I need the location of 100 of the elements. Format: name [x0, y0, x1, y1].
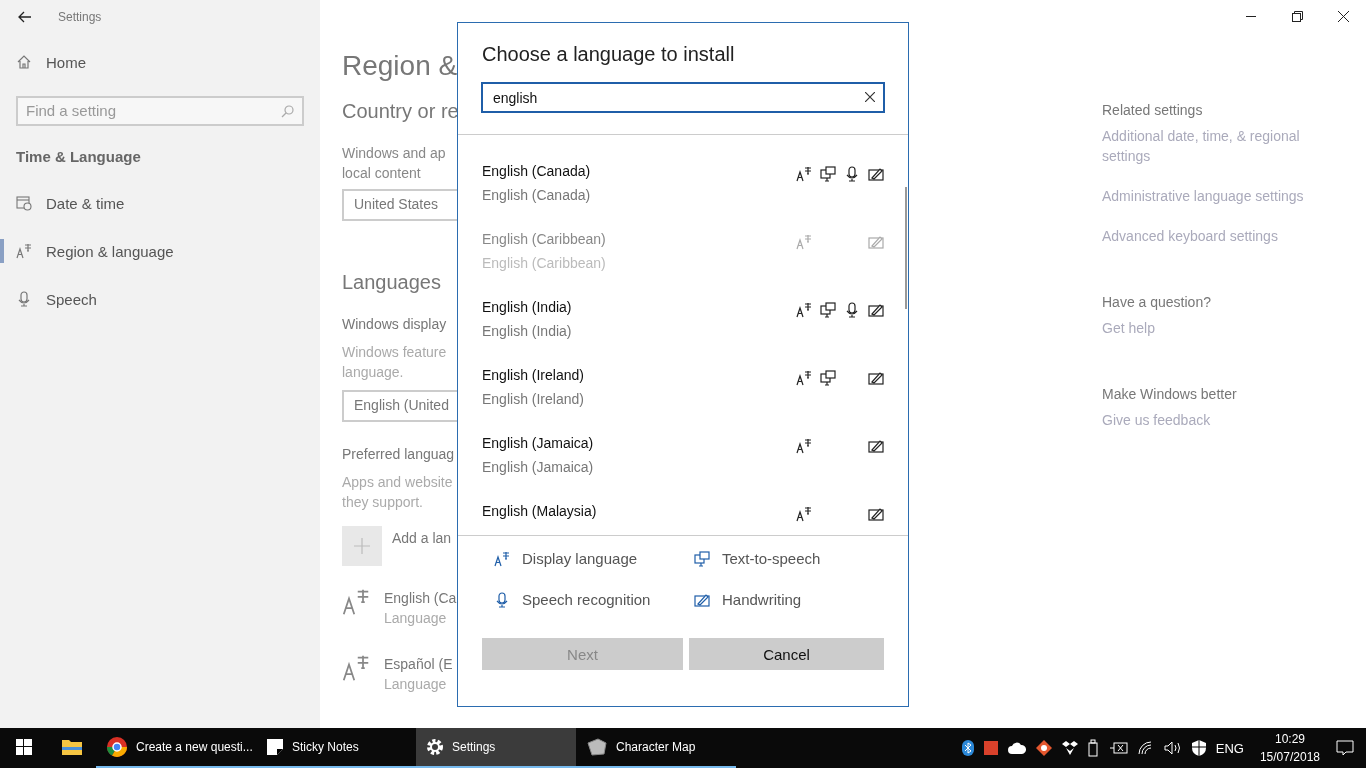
- description-text: Windows and ap: [342, 144, 446, 163]
- scrollbar[interactable]: [905, 187, 907, 309]
- microphone-icon: [844, 302, 860, 318]
- nav-item[interactable]: Region & language: [46, 242, 174, 260]
- windows-logo-icon: [16, 739, 32, 755]
- pen-icon: [868, 438, 884, 454]
- language-row[interactable]: English (Jamaica) English (Jamaica): [458, 435, 908, 503]
- volume-icon[interactable]: [1163, 741, 1182, 755]
- clear-icon[interactable]: [865, 92, 875, 102]
- nav-item[interactable]: Date & time: [46, 194, 125, 212]
- wifi-icon[interactable]: [1137, 741, 1154, 755]
- language-row[interactable]: English (Ireland) English (Ireland): [458, 367, 908, 435]
- language-icon: [796, 506, 812, 522]
- monitor-icon: [820, 166, 836, 182]
- language-name: English (Canada): [482, 163, 591, 179]
- monitor-icon: [820, 302, 836, 318]
- description-text: Windows feature: [342, 343, 447, 362]
- legend-label: Speech recognition: [522, 591, 651, 608]
- folder-icon: [61, 738, 83, 756]
- language-name: English (Ca: [384, 589, 457, 608]
- cube-icon: [586, 738, 608, 756]
- language-icon: [796, 166, 812, 182]
- description-text: local content: [342, 164, 421, 183]
- feedback-heading: Make Windows better: [1102, 386, 1238, 402]
- nav-item[interactable]: Speech: [46, 290, 97, 308]
- language-row[interactable]: English (Malaysia): [458, 503, 908, 535]
- language-name: English (Malaysia): [482, 503, 597, 519]
- description-text: they support.: [342, 493, 423, 512]
- bluetooth-icon[interactable]: [961, 740, 974, 756]
- setting-label: Windows display: [342, 315, 447, 334]
- native-name: English (Ireland): [482, 391, 584, 407]
- taskbar-app[interactable]: Settings: [416, 728, 576, 768]
- legend-label: Text-to-speech: [722, 550, 821, 567]
- minimize-icon: [1246, 15, 1256, 17]
- native-name: English (India): [482, 323, 572, 339]
- input-language[interactable]: ENG: [1215, 740, 1244, 756]
- settings-icon: [426, 738, 444, 756]
- taskbar-app[interactable]: Character Map: [576, 728, 736, 768]
- setting-label: Preferred languag: [342, 445, 455, 464]
- language-icon: [796, 370, 812, 386]
- search-icon: [281, 104, 294, 118]
- section-heading: Time & Language: [16, 148, 142, 165]
- clock[interactable]: 10:29 15/07/2018: [1253, 730, 1326, 766]
- native-name: English (Jamaica): [482, 459, 594, 475]
- help-heading: Have a question?: [1102, 294, 1212, 310]
- shield-icon[interactable]: [1191, 740, 1206, 756]
- language-name: English (India): [482, 299, 572, 315]
- related-heading: Related settings: [1102, 102, 1204, 118]
- usb-icon[interactable]: [1087, 739, 1100, 757]
- language-icon: [796, 234, 812, 250]
- section-heading: Languages: [342, 271, 441, 294]
- window-title: Settings: [58, 10, 102, 24]
- language-name: English (Jamaica): [482, 435, 594, 451]
- description-text: Apps and website: [342, 473, 453, 492]
- section-heading: Country or re: [342, 100, 459, 123]
- battery-icon[interactable]: [1109, 742, 1128, 754]
- home-icon: [16, 54, 32, 70]
- cancel-button[interactable]: Cancel: [689, 638, 884, 670]
- add-language-label[interactable]: Add a lan: [392, 528, 452, 566]
- taskbar-app[interactable]: Create a new questi...: [96, 728, 256, 768]
- language-name: English (Ireland): [482, 367, 584, 383]
- legend-label: Handwriting: [722, 591, 802, 608]
- page-title: Region &: [342, 50, 458, 82]
- language-row[interactable]: English (India) English (India): [458, 299, 908, 367]
- notification-icon[interactable]: [1336, 740, 1354, 756]
- back-arrow-icon[interactable]: [18, 11, 32, 23]
- microphone-icon: [844, 166, 860, 182]
- cloud-icon[interactable]: [1007, 742, 1026, 754]
- native-name: English (Canada): [482, 187, 591, 203]
- language-icon: [796, 438, 812, 454]
- microphone-icon: [494, 591, 510, 608]
- legend-label: Display language: [522, 550, 638, 567]
- language-status: Language: [384, 675, 448, 694]
- language-status: Language: [384, 609, 448, 628]
- plus-icon: [353, 537, 371, 555]
- description-text: language.: [342, 363, 404, 382]
- pen-icon: [868, 166, 884, 182]
- pen-icon: [868, 302, 884, 318]
- pen-icon: [868, 234, 884, 250]
- home-link[interactable]: Home: [46, 53, 86, 71]
- monitor-icon: [820, 370, 836, 386]
- language-icon: [342, 654, 370, 682]
- close-icon: [1337, 10, 1349, 22]
- dialog-title: Choose a language to install: [481, 42, 736, 67]
- language-icon: [16, 243, 32, 259]
- language-name: English (Caribbean): [482, 231, 606, 247]
- search-field[interactable]: english: [481, 82, 885, 113]
- app-icon[interactable]: [1035, 740, 1052, 756]
- calendar-icon: [16, 195, 32, 211]
- browser-icon: [106, 736, 128, 758]
- note-icon: [266, 738, 284, 756]
- restore-icon: [1291, 10, 1303, 22]
- language-name: Español (E: [384, 655, 453, 674]
- microphone-icon: [16, 291, 32, 307]
- pen-icon: [868, 370, 884, 386]
- monitor-icon: [694, 550, 710, 567]
- native-name: English (Caribbean): [482, 255, 606, 271]
- language-icon: [342, 588, 370, 616]
- language-row[interactable]: English (Canada) English (Canada): [458, 163, 908, 231]
- box-icon[interactable]: [1061, 741, 1078, 755]
